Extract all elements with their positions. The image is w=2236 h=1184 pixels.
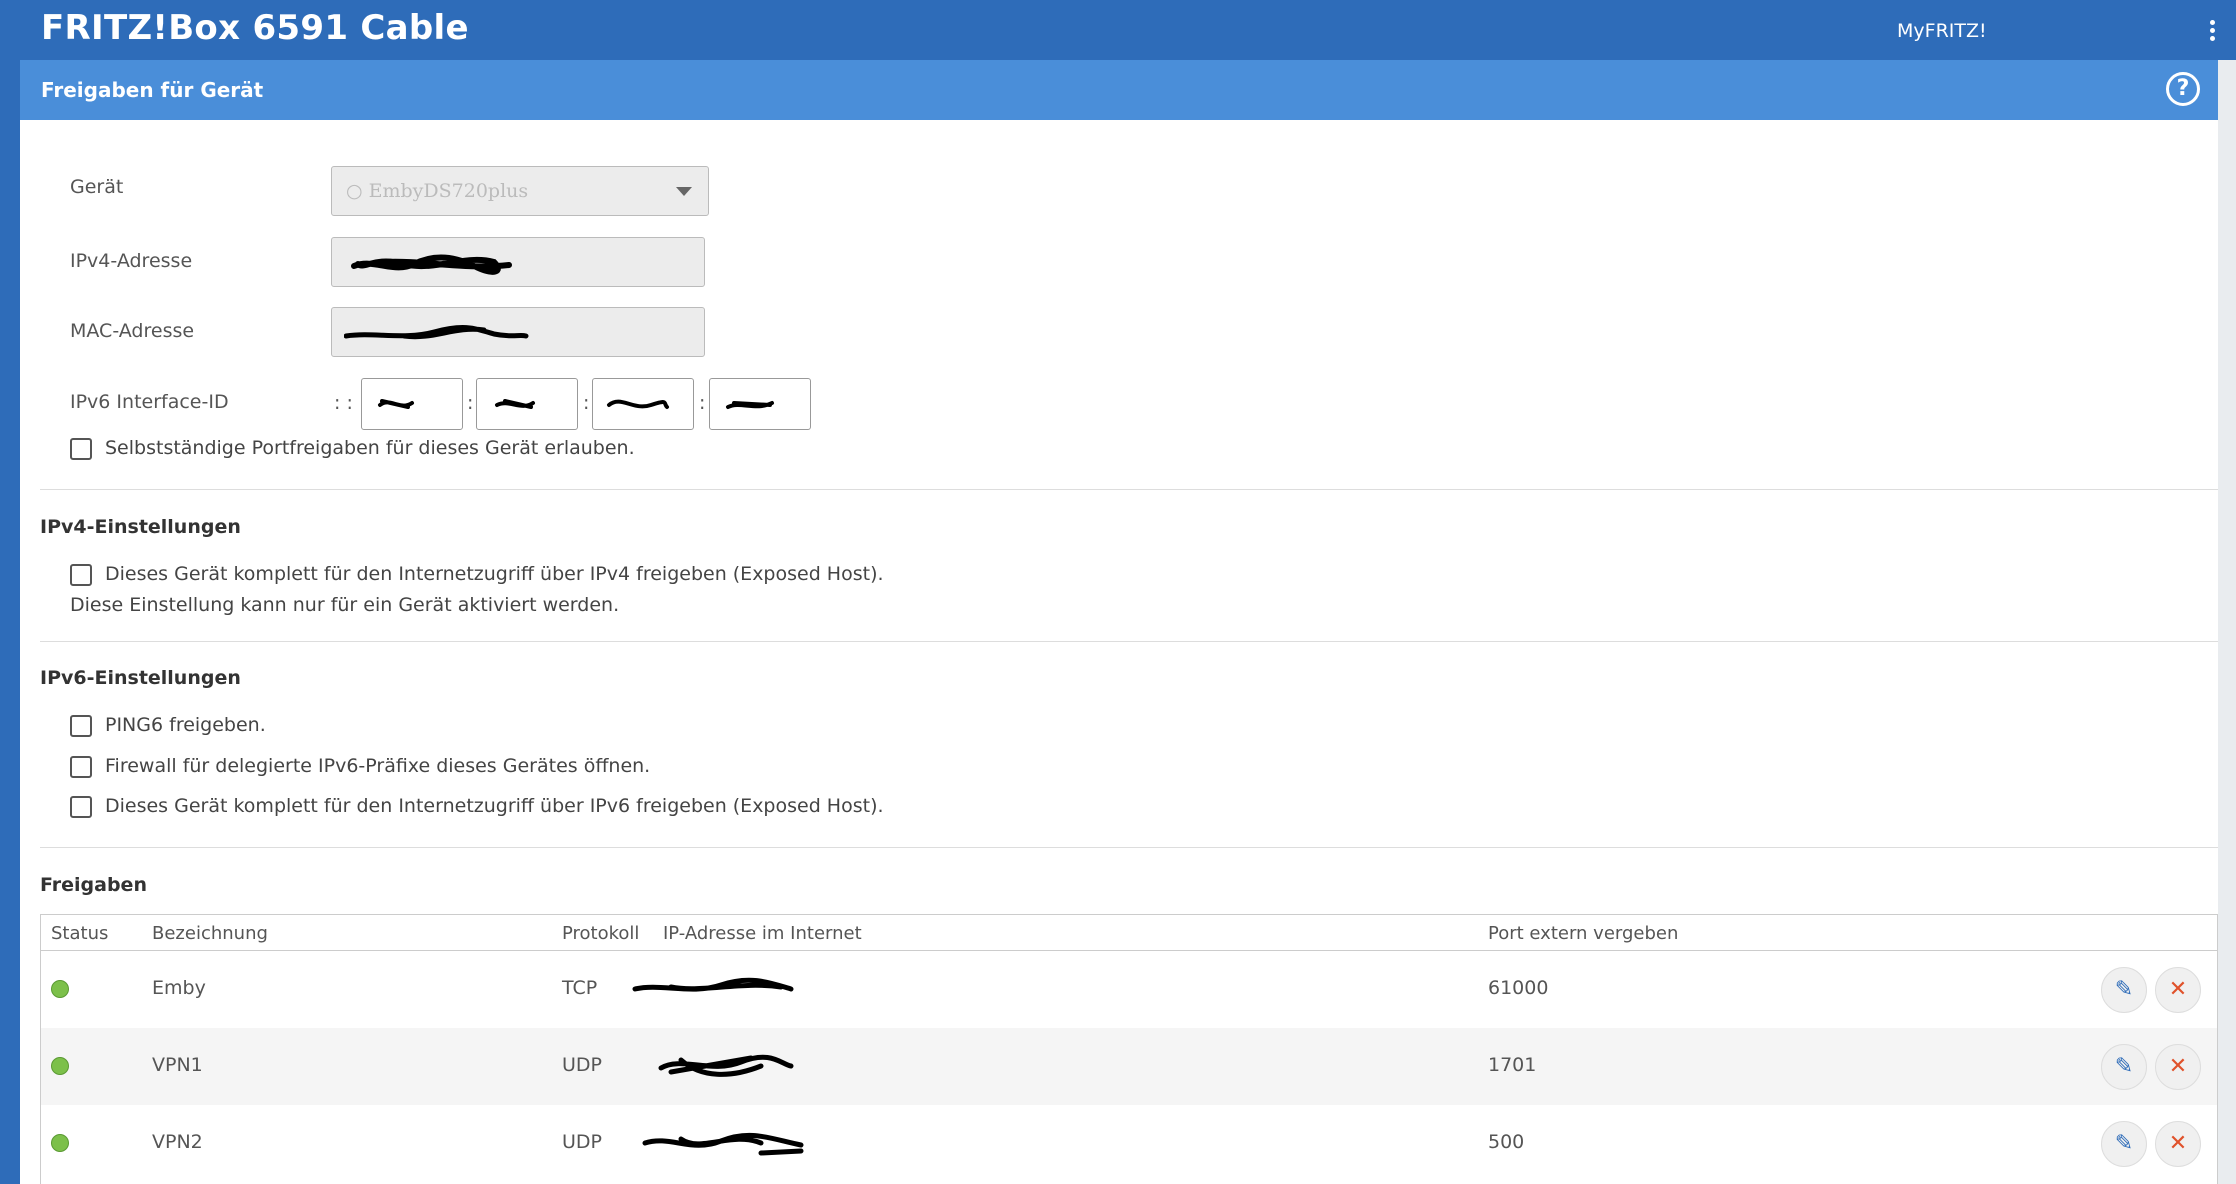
row-protocol: TCP bbox=[562, 977, 598, 999]
freigaben-title: Freigaben bbox=[40, 874, 147, 896]
col-status: Status bbox=[51, 923, 109, 944]
freigaben-table: Status Bezeichnung Protokoll IP-Adresse … bbox=[40, 914, 2218, 1184]
redacted-scribble bbox=[607, 399, 669, 409]
redacted-scribble bbox=[642, 1132, 804, 1156]
ping6-checkbox[interactable] bbox=[70, 715, 92, 737]
ipv6-field-1[interactable] bbox=[361, 378, 463, 430]
ipv6-settings-title: IPv6-Einstellungen bbox=[40, 667, 241, 689]
page-title: Freigaben für Gerät bbox=[41, 78, 264, 102]
ipv4-exposed-host-label: Dieses Gerät komplett für den Internetzu… bbox=[105, 563, 884, 585]
ipv6-sep: : bbox=[467, 392, 474, 414]
status-ok-icon bbox=[51, 1057, 69, 1075]
ipv4-label: IPv4-Adresse bbox=[70, 250, 193, 272]
redacted-scribble bbox=[495, 399, 535, 409]
delete-icon[interactable]: ✕ bbox=[2155, 1044, 2201, 1090]
divider bbox=[40, 489, 2218, 490]
content-area: Gerät ○ EmbyDS720plus IPv4-Adresse MAC-A… bbox=[20, 120, 2218, 1184]
table-row: Emby TCP 61000 ✎ ✕ bbox=[41, 951, 2217, 1028]
divider bbox=[40, 641, 2218, 642]
row-name: VPN2 bbox=[152, 1131, 203, 1153]
delete-icon[interactable]: ✕ bbox=[2155, 1121, 2201, 1167]
col-ip-adresse: IP-Adresse im Internet bbox=[663, 923, 862, 944]
table-row: VPN2 UDP 500 ✎ ✕ bbox=[41, 1105, 2217, 1182]
myfritz-link[interactable]: MyFRITZ! bbox=[1897, 20, 1987, 42]
ipv6-field-4[interactable] bbox=[709, 378, 811, 430]
mac-label: MAC-Adresse bbox=[70, 320, 195, 342]
ipv6-field-2[interactable] bbox=[476, 378, 578, 430]
row-port: 61000 bbox=[1488, 977, 1549, 999]
self-portfw-label: Selbstständige Portfreigaben für dieses … bbox=[105, 437, 635, 459]
edit-icon[interactable]: ✎ bbox=[2101, 1044, 2147, 1090]
ipv4-settings-title: IPv4-Einstellungen bbox=[40, 516, 241, 538]
ping6-label: PING6 freigeben. bbox=[105, 714, 266, 736]
kebab-icon[interactable] bbox=[2208, 20, 2216, 44]
mac-field bbox=[331, 307, 705, 357]
sub-header: Freigaben für Gerät ? bbox=[20, 60, 2218, 120]
ipv6-exposed-host-label: Dieses Gerät komplett für den Internetzu… bbox=[105, 795, 884, 817]
ipv6-sep: : bbox=[583, 392, 590, 414]
redacted-scribble bbox=[726, 401, 774, 409]
ipv4-note: Diese Einstellung kann nur für ein Gerät… bbox=[70, 594, 620, 616]
ipv6-exposed-host-checkbox[interactable] bbox=[70, 796, 92, 818]
status-ok-icon bbox=[51, 980, 69, 998]
row-name: Emby bbox=[152, 977, 206, 999]
ipv6-sep: : bbox=[699, 392, 706, 414]
ipv6-label: IPv6 Interface-ID bbox=[70, 391, 229, 413]
redacted-scribble bbox=[378, 399, 414, 409]
redacted-scribble bbox=[632, 977, 794, 992]
row-name: VPN1 bbox=[152, 1054, 203, 1076]
geraet-select-value: ○ EmbyDS720plus bbox=[346, 180, 529, 202]
col-protokoll: Protokoll bbox=[562, 923, 640, 944]
status-ok-icon bbox=[51, 1134, 69, 1152]
redacted-scribble bbox=[658, 1054, 794, 1077]
geraet-label: Gerät bbox=[70, 176, 124, 198]
col-port-extern: Port extern vergeben bbox=[1488, 923, 1679, 944]
ipv6-prefix: : : bbox=[334, 392, 353, 414]
self-portfw-checkbox[interactable] bbox=[70, 438, 92, 460]
col-bezeichnung: Bezeichnung bbox=[152, 923, 268, 944]
edit-icon[interactable]: ✎ bbox=[2101, 967, 2147, 1013]
divider bbox=[40, 847, 2218, 848]
redacted-scribble bbox=[351, 254, 512, 275]
redacted-scribble bbox=[344, 325, 529, 340]
row-port: 1701 bbox=[1488, 1054, 1537, 1076]
delete-icon[interactable]: ✕ bbox=[2155, 967, 2201, 1013]
ipv4-exposed-host-checkbox[interactable] bbox=[70, 564, 92, 586]
geraet-select[interactable]: ○ EmbyDS720plus bbox=[331, 166, 709, 216]
table-header: Status Bezeichnung Protokoll IP-Adresse … bbox=[41, 915, 2217, 951]
top-bar: FRITZ!Box 6591 Cable MyFRITZ! bbox=[0, 0, 2236, 60]
edit-icon[interactable]: ✎ bbox=[2101, 1121, 2147, 1167]
left-strip bbox=[0, 60, 20, 1184]
ipv6-field-3[interactable] bbox=[592, 378, 694, 430]
firewall-checkbox[interactable] bbox=[70, 756, 92, 778]
row-protocol: UDP bbox=[562, 1054, 602, 1076]
help-icon[interactable]: ? bbox=[2166, 72, 2200, 106]
brand-title: FRITZ!Box 6591 Cable bbox=[41, 8, 469, 48]
row-port: 500 bbox=[1488, 1131, 1525, 1153]
table-row: VPN1 UDP 1701 ✎ ✕ bbox=[41, 1028, 2217, 1105]
firewall-label: Firewall für delegierte IPv6-Präfixe die… bbox=[105, 755, 651, 777]
ipv4-field bbox=[331, 237, 705, 287]
row-protocol: UDP bbox=[562, 1131, 602, 1153]
chevron-down-icon bbox=[676, 187, 692, 196]
